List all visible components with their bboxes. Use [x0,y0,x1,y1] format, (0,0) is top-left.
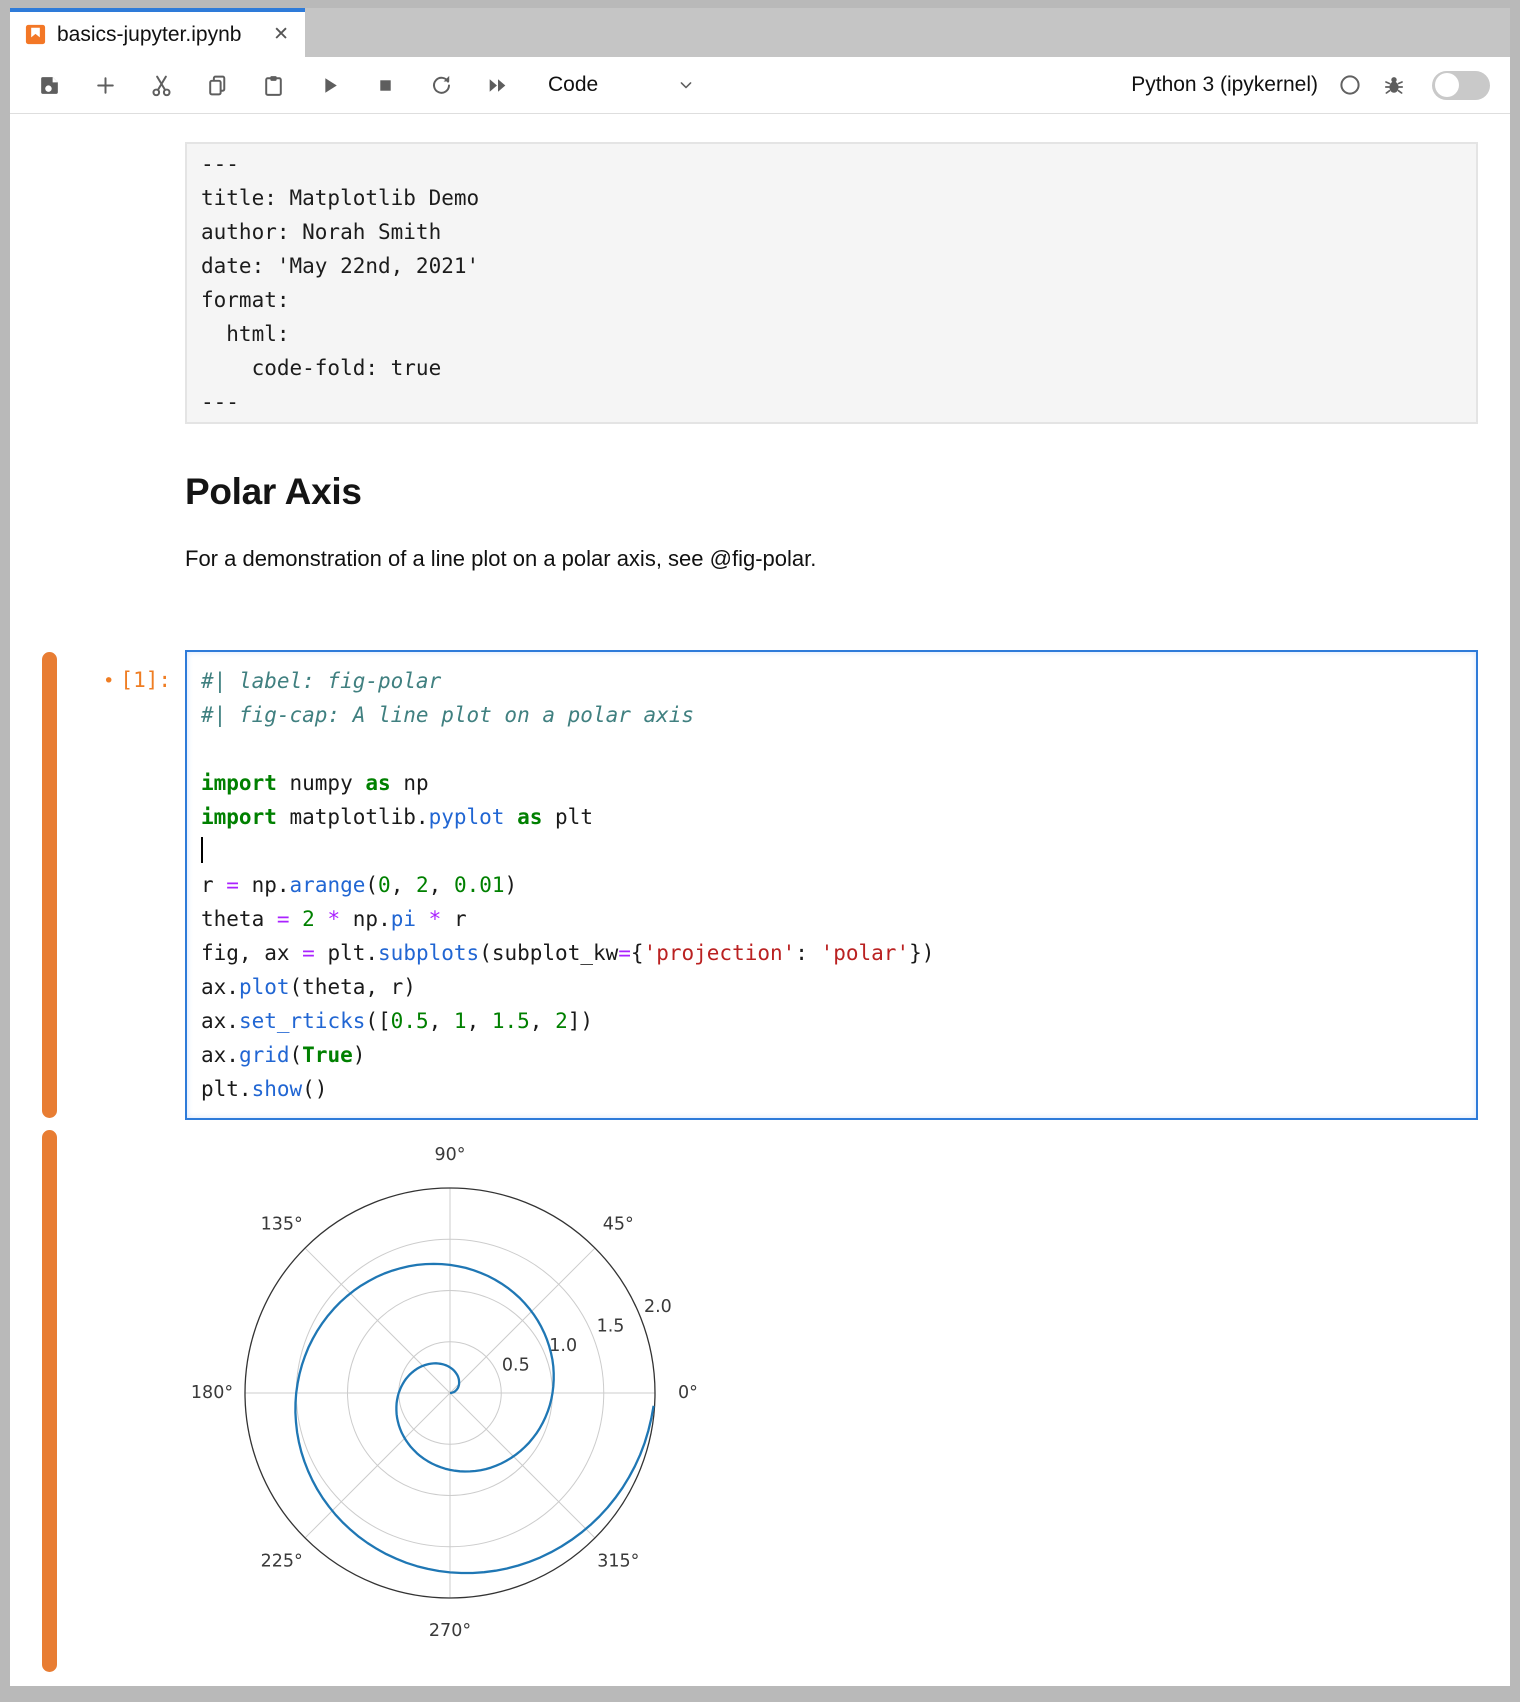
kernel-status-icon[interactable] [1338,73,1362,97]
code-line: ax.plot(theta, r) [201,970,1462,1004]
close-tab-icon[interactable]: ✕ [269,21,293,48]
code-line [201,732,1462,766]
paste-cells-button[interactable] [260,72,286,98]
r-tick-label: 1.0 [549,1336,577,1356]
stop-icon [373,73,398,98]
theta-tick-label: 315° [597,1551,639,1571]
fast-forward-icon [485,73,510,98]
execution-prompt: • [1]: [103,663,171,698]
code-line: import numpy as np [201,766,1462,800]
cut-cells-button[interactable] [148,72,174,98]
code-line: theta = 2 * np.pi * r [201,902,1462,936]
code-line: #| label: fig-polar [201,664,1462,698]
r-tick-label: 1.5 [597,1317,625,1337]
markdown-paragraph: For a demonstration of a line plot on a … [185,544,1478,574]
code-line: #| fig-cap: A line plot on a polar axis [201,698,1462,732]
plus-icon [93,73,118,98]
notebook-toolbar: Code Python 3 (ipykernel) [10,57,1510,114]
scissors-icon [149,73,174,98]
restart-kernel-button[interactable] [428,72,454,98]
theta-tick-label: 180° [191,1383,233,1403]
cell-collapser[interactable] [42,652,57,1118]
output-collapser[interactable] [42,1130,57,1672]
r-tick-label: 0.5 [502,1356,530,1376]
raw-line: date: 'May 22nd, 2021' [201,249,1462,283]
run-cell-button[interactable] [316,72,342,98]
theta-tick-label: 90° [434,1145,465,1165]
markdown-gutter [10,424,185,574]
polar-plot-output: 0° 45° 90° 135° 180° 225° 270° 315° 0.5 1.0 1.5 2.0 [185,1128,705,1669]
raw-line: format: [201,283,1462,317]
code-line [201,834,1462,868]
clipboard-icon [261,73,286,98]
tab-title: basics-jupyter.ipynb [57,23,269,47]
jupyterlab-window: basics-jupyter.ipynb ✕ [10,8,1510,1686]
raw-line: --- [201,147,1462,181]
raw-cell-editor[interactable]: ---title: Matplotlib Demoauthor: Norah S… [185,142,1478,424]
output-cell: 0° 45° 90° 135° 180° 225° 270° 315° 0.5 1.0 1.5 2.0 [10,1128,1510,1674]
code-cell: • [1]: #| label: fig-polar#| fig-cap: A l… [10,650,1510,1120]
theta-tick-label: 0° [678,1383,698,1403]
restart-run-all-button[interactable] [484,72,510,98]
code-line: ax.set_rticks([0.5, 1, 1.5, 2]) [201,1004,1462,1038]
output-gutter [10,1128,185,1674]
notebook-file-icon [24,23,47,46]
toolbar-button-group [36,72,510,98]
code-line: plt.show() [201,1072,1462,1106]
prompt-number: [1]: [120,668,171,692]
restart-icon [429,73,454,98]
kernel-name[interactable]: Python 3 (ipykernel) [1131,73,1318,97]
raw-line: title: Matplotlib Demo [201,181,1462,215]
simple-interface-toggle[interactable] [1432,71,1490,100]
notebook-content: ---title: Matplotlib Demoauthor: Norah S… [10,114,1510,1686]
save-icon [37,73,62,98]
page-title: Polar Axis [185,470,1478,514]
raw-line: html: [201,317,1462,351]
copy-icon [205,73,230,98]
copy-cells-button[interactable] [204,72,230,98]
markdown-cell: Polar Axis For a demonstration of a line… [10,424,1510,574]
code-line: r = np.arange(0, 2, 0.01) [201,868,1462,902]
theta-tick-label: 45° [603,1215,634,1235]
cell-type-value: Code [548,73,598,97]
code-cell-gutter: • [1]: [10,650,185,1120]
code-editor[interactable]: #| label: fig-polar#| fig-cap: A line pl… [185,650,1478,1120]
text-cursor [201,837,203,863]
raw-cell-gutter [10,142,185,424]
raw-line: --- [201,385,1462,419]
code-line: import matplotlib.pyplot as plt [201,800,1462,834]
cell-type-dropdown[interactable]: Code [548,73,696,97]
modified-dot: • [103,670,114,692]
raw-line: code-fold: true [201,351,1462,385]
code-line: ax.grid(True) [201,1038,1462,1072]
insert-cell-button[interactable] [92,72,118,98]
save-button[interactable] [36,72,62,98]
toggle-knob [1435,73,1459,97]
debugger-bug-icon[interactable] [1382,73,1406,97]
r-tick-label: 2.0 [644,1297,672,1317]
chevron-down-icon [676,75,696,95]
toolbar-right-group: Python 3 (ipykernel) [1131,71,1490,100]
play-icon [317,73,342,98]
code-line: fig, ax = plt.subplots(subplot_kw={'proj… [201,936,1462,970]
raw-line: author: Norah Smith [201,215,1462,249]
tab-bar: basics-jupyter.ipynb ✕ [10,8,1510,57]
theta-tick-label: 135° [261,1215,303,1235]
interrupt-kernel-button[interactable] [372,72,398,98]
notebook-tab[interactable]: basics-jupyter.ipynb ✕ [10,8,305,57]
theta-tick-label: 270° [429,1621,471,1641]
theta-tick-label: 225° [261,1551,303,1571]
raw-cell: ---title: Matplotlib Demoauthor: Norah S… [10,142,1510,424]
